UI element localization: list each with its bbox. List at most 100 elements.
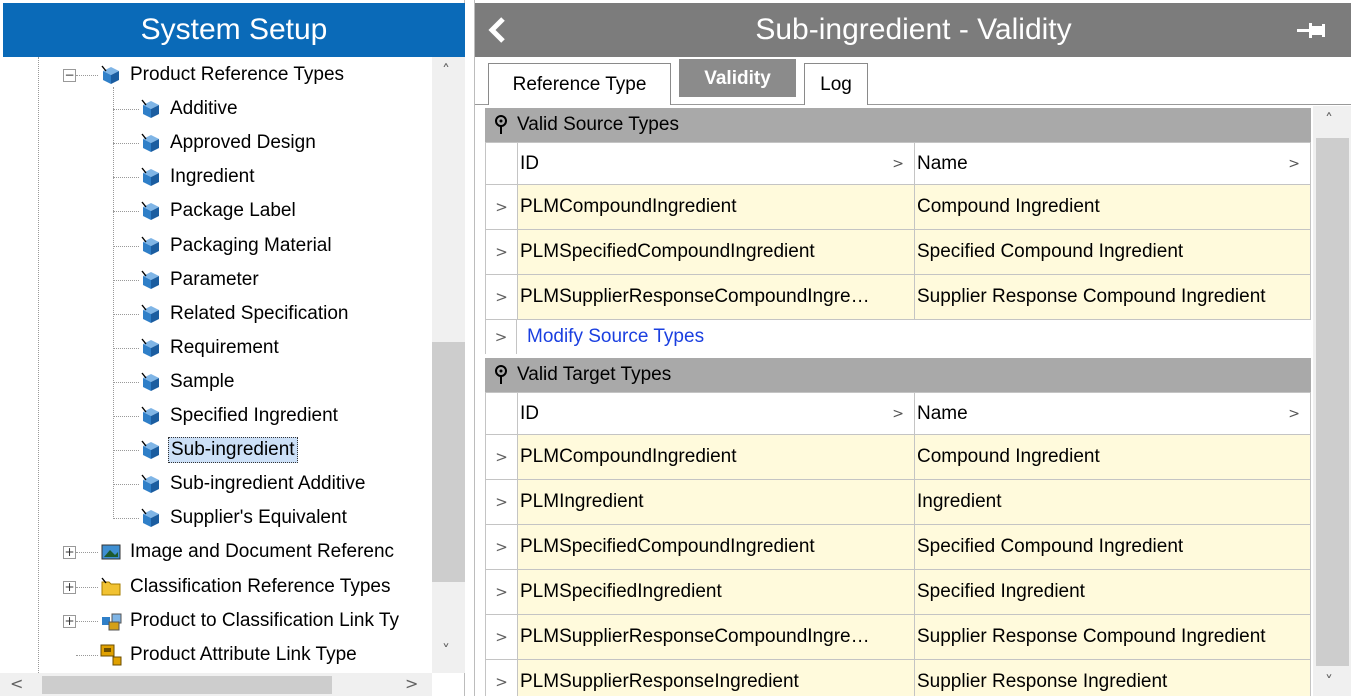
table-row[interactable]: > PLMCompoundIngredient Compound Ingredien…	[485, 435, 1311, 480]
tree-item-product-reference-types[interactable]: Product Reference Types	[100, 60, 346, 90]
tab-validity[interactable]: Validity	[679, 59, 796, 97]
table-row[interactable]: > PLMSupplierResponseCompoundIngre… Suppli…	[485, 615, 1311, 660]
scroll-left-icon[interactable]: <	[10, 674, 23, 693]
link-type-icon	[100, 610, 128, 632]
cell-name: Specified Compound Ingredient	[915, 230, 1310, 274]
chevron-right-icon: >	[1288, 405, 1300, 422]
row-expand-icon[interactable]: >	[486, 435, 518, 479]
cube-icon	[140, 166, 168, 188]
back-button[interactable]	[483, 3, 513, 57]
tree-item-label: Specified Ingredient	[170, 405, 338, 426]
row-expand-icon[interactable]: >	[485, 320, 517, 354]
scroll-thumb[interactable]	[42, 676, 332, 694]
tree-item-parameter[interactable]: Parameter	[140, 265, 261, 295]
cube-icon	[140, 439, 168, 461]
tree-item-label: Image and Document Referenc	[130, 541, 395, 563]
pin-icon[interactable]	[485, 365, 517, 385]
table-row[interactable]: > PLMSpecifiedCompoundIngredient Specified…	[485, 230, 1311, 275]
tree-item-label: Product to Classification Link Ty	[130, 609, 399, 631]
cell-name: Compound Ingredient	[915, 185, 1310, 229]
tab-reference-type[interactable]: Reference Type	[488, 63, 671, 105]
modify-source-row: > Modify Source Types	[485, 320, 1311, 354]
expand-icon[interactable]: +	[63, 580, 76, 594]
cell-id: PLMSpecifiedIngredient	[518, 570, 915, 614]
tab-label: Log	[820, 73, 852, 95]
tree-item-ingredient[interactable]: Ingredient	[140, 162, 257, 192]
cell-name: Supplier Response Compound Ingredient	[915, 615, 1310, 659]
tree-item-sub-ingredient[interactable]: Sub-ingredient	[140, 435, 298, 465]
scroll-up-icon[interactable]: ˄	[442, 61, 450, 80]
tree-item-package-label[interactable]: Package Label	[140, 196, 298, 226]
cube-icon	[140, 337, 168, 359]
tree-item-label: Sample	[170, 370, 235, 392]
scroll-up-icon[interactable]: ˄	[1325, 110, 1333, 129]
table-row[interactable]: > PLMIngredient Ingredient	[485, 480, 1311, 525]
tab-log[interactable]: Log	[804, 63, 868, 105]
modify-source-types-link[interactable]: Modify Source Types	[517, 326, 704, 348]
cube-icon	[140, 132, 168, 154]
tree-vertical-scrollbar[interactable]: ˄ ˅	[432, 57, 465, 673]
tree-item-approved-design[interactable]: Approved Design	[140, 128, 318, 158]
table-row[interactable]: > PLMCompoundIngredient Compound Ingredien…	[485, 185, 1311, 230]
row-expand-icon[interactable]: >	[486, 615, 518, 659]
pin-icon[interactable]	[485, 115, 517, 135]
tree-item-image-and-document-referenc[interactable]: Image and Document Referenc	[100, 537, 396, 567]
target-types-header[interactable]: Valid Target Types	[485, 358, 1311, 392]
row-expand-icon[interactable]: >	[486, 185, 518, 229]
row-expand-icon[interactable]: >	[486, 480, 518, 524]
tree-item-label: Supplier's Equivalent	[170, 507, 347, 529]
cube-icon	[140, 98, 168, 120]
target-column-headers: ID > Name >	[485, 392, 1311, 435]
cube-icon	[100, 64, 128, 86]
tree-item-additive[interactable]: Additive	[140, 94, 240, 124]
table-row[interactable]: > PLMSupplierResponseIngredient Supplier R…	[485, 660, 1311, 696]
image-icon	[100, 541, 128, 563]
cube-icon	[140, 235, 168, 257]
collapse-icon[interactable]: −	[63, 69, 76, 82]
table-row[interactable]: > PLMSpecifiedCompoundIngredient Specified…	[485, 525, 1311, 570]
content-vertical-scrollbar[interactable]: ˄ ˅	[1313, 106, 1351, 696]
column-header-id[interactable]: ID >	[518, 393, 915, 434]
row-expand-icon[interactable]: >	[486, 570, 518, 614]
tree-item-label: Related Specification	[170, 302, 349, 324]
tree-item-product-to-classification-link-ty[interactable]: Product to Classification Link Ty	[100, 606, 401, 636]
row-expand-icon[interactable]: >	[486, 660, 518, 696]
scroll-thumb[interactable]	[1316, 138, 1349, 666]
pin-button[interactable]	[1295, 3, 1331, 57]
table-row[interactable]: > PLMSupplierResponseCompoundIngre… Suppli…	[485, 275, 1311, 320]
column-header-name[interactable]: Name >	[915, 393, 1310, 434]
scroll-down-icon[interactable]: ˅	[442, 641, 450, 660]
tree-item-related-specification[interactable]: Related Specification	[140, 299, 351, 329]
tree-item-packaging-material[interactable]: Packaging Material	[140, 231, 334, 261]
table-row[interactable]: > PLMSpecifiedIngredient Specified Ingredi…	[485, 570, 1311, 615]
cube-icon	[140, 200, 168, 222]
cell-id: PLMSupplierResponseCompoundIngre…	[518, 615, 915, 659]
tree-item-requirement[interactable]: Requirement	[140, 333, 281, 363]
tree-item-sample[interactable]: Sample	[140, 367, 236, 397]
scroll-thumb[interactable]	[432, 342, 465, 582]
column-header-name[interactable]: Name >	[915, 143, 1310, 184]
row-expand-icon[interactable]: >	[486, 230, 518, 274]
cell-name: Compound Ingredient	[915, 435, 1310, 479]
details-panel: Sub-ingredient - Validity Reference Type…	[474, 0, 1351, 696]
tree-item-sub-ingredient-additive[interactable]: Sub-ingredient Additive	[140, 469, 367, 499]
row-expand-icon[interactable]: >	[486, 275, 518, 319]
cube-icon	[140, 473, 168, 495]
tree-item-label: Sub-ingredient Additive	[170, 473, 366, 495]
column-header-id[interactable]: ID >	[518, 143, 915, 184]
row-expand-icon[interactable]: >	[486, 525, 518, 569]
expand-icon[interactable]: +	[63, 546, 76, 560]
tree-item-classification-reference-types[interactable]: Classification Reference Types	[100, 572, 393, 602]
scroll-down-icon[interactable]: ˅	[1325, 672, 1333, 691]
cell-id: PLMCompoundIngredient	[518, 185, 915, 229]
tree-horizontal-scrollbar[interactable]: < >	[0, 673, 432, 696]
tree-item-label: Packaging Material	[170, 234, 332, 256]
attribute-link-icon	[100, 644, 128, 666]
tree-item-product-attribute-link-type[interactable]: Product Attribute Link Type	[100, 640, 359, 670]
source-types-header[interactable]: Valid Source Types	[485, 108, 1311, 142]
cell-name: Supplier Response Compound Ingredient	[915, 275, 1310, 319]
scroll-right-icon[interactable]: >	[405, 674, 418, 693]
expand-icon[interactable]: +	[63, 614, 76, 628]
tree-item-supplier-s-equivalent[interactable]: Supplier's Equivalent	[140, 503, 349, 533]
tree-item-specified-ingredient[interactable]: Specified Ingredient	[140, 401, 340, 431]
